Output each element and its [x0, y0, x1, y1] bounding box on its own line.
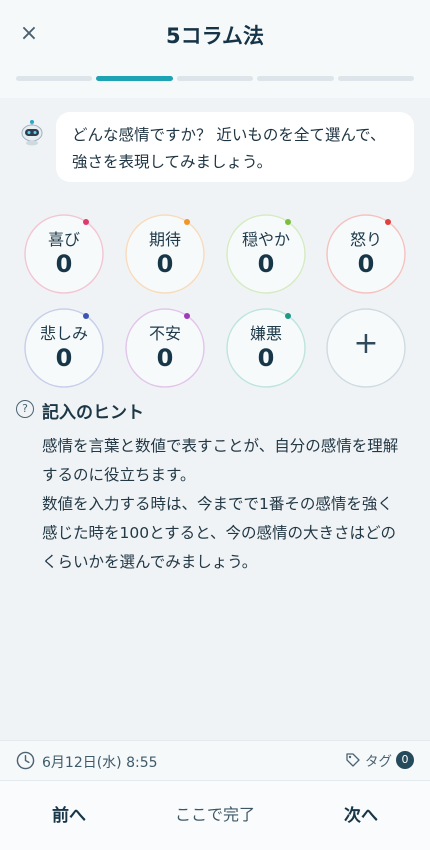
- emotion-value: 0: [357, 250, 375, 278]
- main-content: どんな感情ですか？ 近いものを全て選んで、強さを表現してみましょう。 喜び 0 …: [0, 98, 430, 740]
- emotion-label: 嫌悪: [249, 324, 282, 343]
- emotion-calm[interactable]: 穏やか 0: [226, 214, 306, 294]
- emotion-value: 0: [156, 250, 174, 278]
- emotion-anxiety[interactable]: 不安 0: [125, 308, 205, 388]
- emotion-anger[interactable]: 怒り 0: [326, 214, 406, 294]
- entry-datetime[interactable]: 6月12日(水) 8:55: [42, 752, 158, 772]
- progress-step-5: [337, 76, 415, 81]
- emotion-color-dot: [184, 313, 190, 319]
- emotion-label: 怒り: [349, 230, 382, 249]
- entry-meta-bar: 6月12日(水) 8:55 タグ 0: [0, 740, 430, 780]
- hint-paragraph-1: 感情を言葉と数値で表すことが、自分の感情を理解するのに役立ちます。: [42, 437, 399, 484]
- footer-nav: 前へ ここで完了 次へ: [0, 780, 430, 850]
- emotion-disgust[interactable]: 嫌悪 0: [226, 308, 306, 388]
- robot-avatar-icon: [21, 120, 43, 146]
- tag-button[interactable]: タグ 0: [345, 750, 414, 770]
- emotion-value: 0: [257, 344, 275, 372]
- emotion-value: 0: [55, 344, 73, 372]
- emotion-color-dot: [184, 219, 190, 225]
- tag-icon: [346, 753, 360, 767]
- hint-body: 感情を言葉と数値で表すことが、自分の感情を理解するのに役立ちます。 数値を入力す…: [42, 432, 404, 577]
- emotion-color-dot: [285, 219, 291, 225]
- emotion-color-dot: [385, 219, 391, 225]
- hint-title: 記入のヒント: [42, 403, 144, 423]
- emotion-value: 0: [156, 344, 174, 372]
- add-emotion-button[interactable]: +: [326, 308, 406, 388]
- next-button[interactable]: 次へ: [344, 801, 378, 826]
- emotion-value: 0: [257, 250, 275, 278]
- tag-label: タグ: [365, 754, 392, 770]
- emotion-label: 不安: [148, 324, 181, 343]
- emotion-color-dot: [83, 313, 89, 319]
- question-icon: ?: [16, 400, 34, 418]
- progress-step-2: [96, 76, 173, 81]
- emotion-anticipation[interactable]: 期待 0: [125, 214, 205, 294]
- tag-count-badge: 0: [396, 751, 414, 769]
- emotion-value: 0: [55, 250, 73, 278]
- plus-icon: +: [353, 326, 379, 361]
- assistant-message: どんな感情ですか？ 近いものを全て選んで、強さを表現してみましょう。: [56, 112, 414, 182]
- progress-step-1: [16, 76, 93, 81]
- page-title: 5コラム法: [166, 24, 264, 48]
- progress-step-3: [176, 76, 254, 81]
- emotion-color-dot: [285, 313, 291, 319]
- emotion-label: 期待: [148, 230, 181, 249]
- emotion-label: 穏やか: [241, 230, 290, 249]
- emotion-color-dot: [83, 219, 89, 225]
- emotion-label: 悲しみ: [39, 324, 88, 343]
- progress-step-4: [257, 76, 334, 81]
- header: × 5コラム法: [0, 0, 430, 98]
- hint-paragraph-2: 数値を入力する時は、今までで1番その感情を強く感じた時を100とすると、今の感情…: [42, 495, 397, 571]
- emotion-joy[interactable]: 喜び 0: [24, 214, 104, 294]
- clock-icon: [16, 751, 35, 770]
- step-progress: [16, 76, 415, 81]
- emotion-label: 喜び: [47, 230, 80, 249]
- emotion-sadness[interactable]: 悲しみ 0: [24, 308, 104, 388]
